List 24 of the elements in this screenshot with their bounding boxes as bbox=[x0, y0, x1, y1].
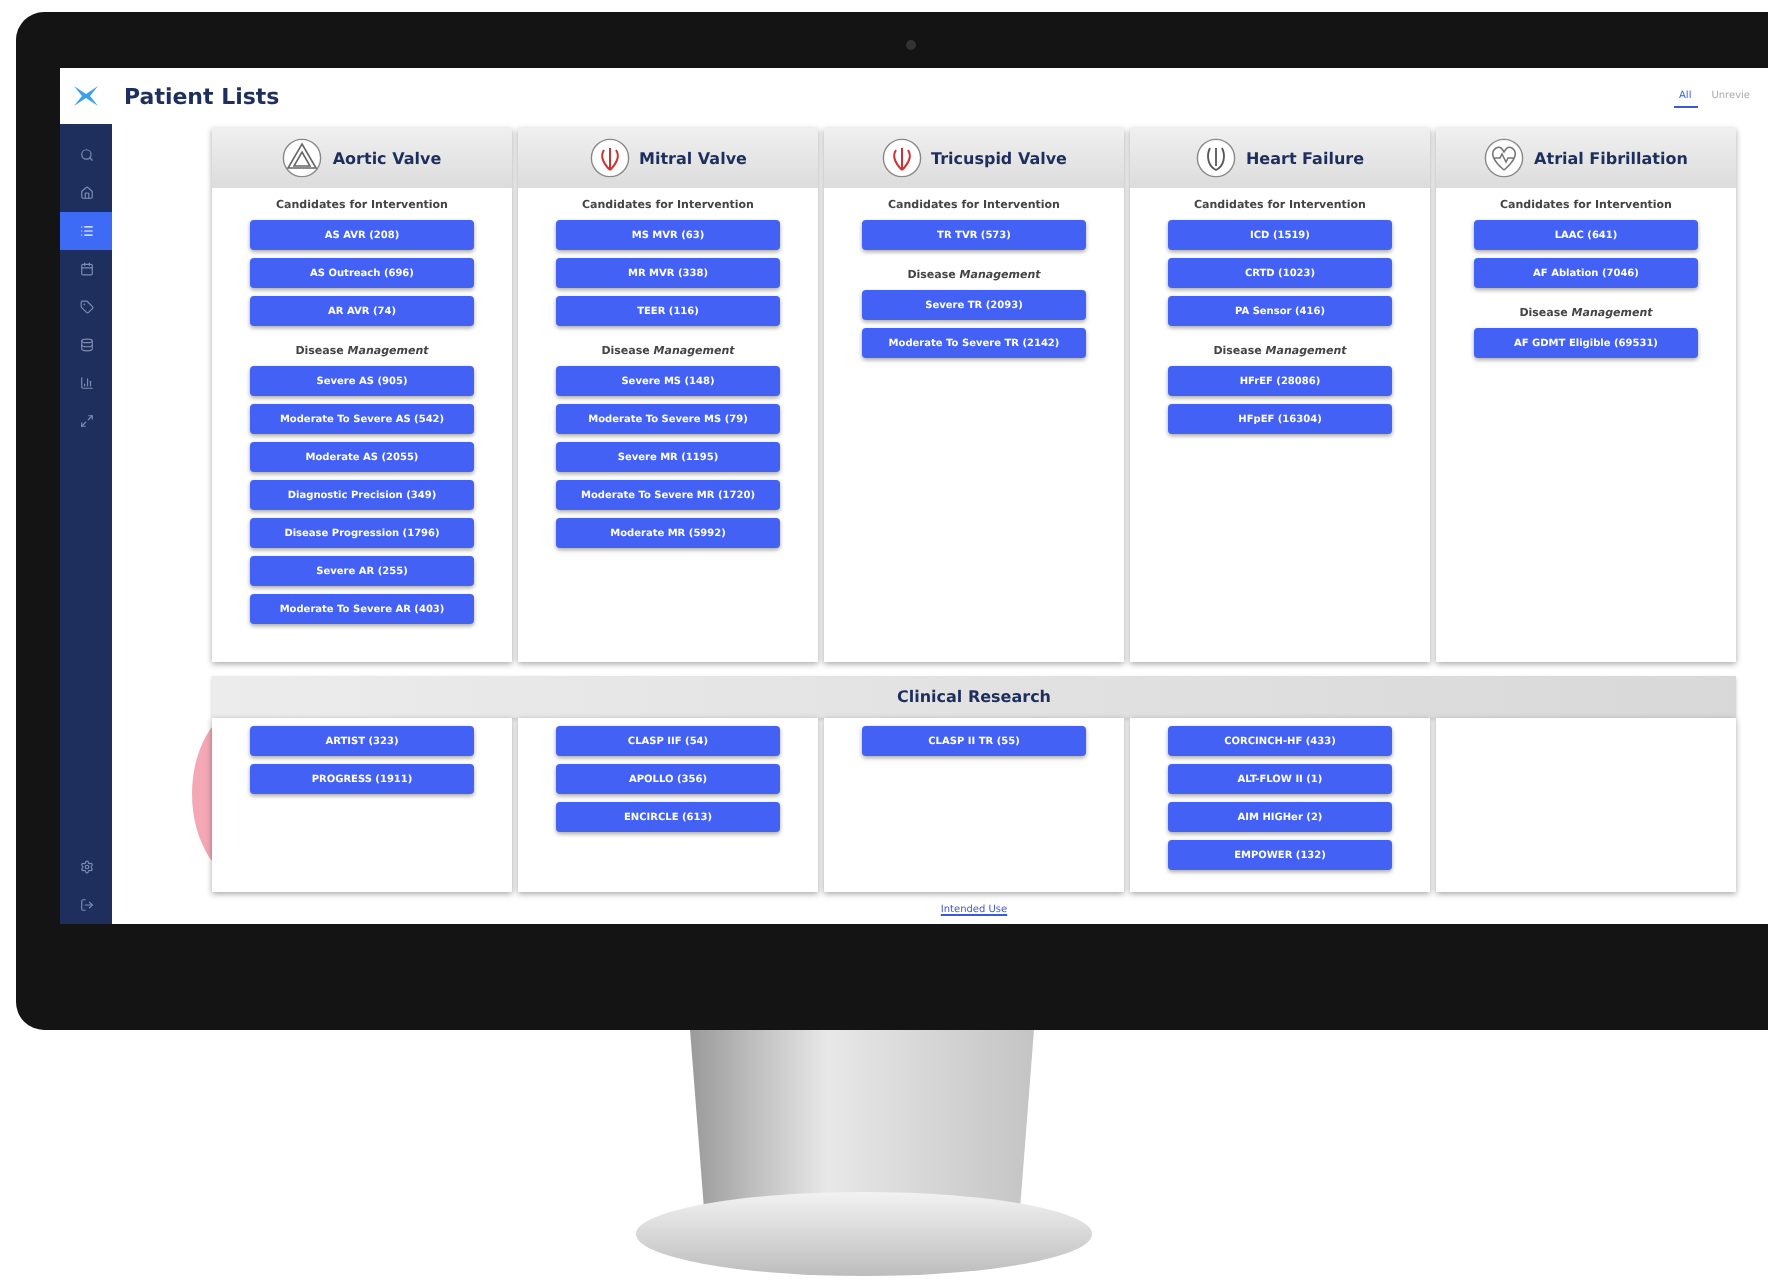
card-title: Heart Failure bbox=[1245, 149, 1365, 167]
section-title: Clinical Research bbox=[896, 688, 1051, 706]
card-title: Atrial Fibrillation bbox=[1534, 149, 1688, 167]
heart-organ-icon bbox=[1195, 138, 1236, 178]
expand-icon bbox=[79, 414, 93, 428]
heart-valve-icon bbox=[881, 138, 921, 178]
page-title: Patient Lists bbox=[124, 83, 282, 109]
calendar-icon bbox=[79, 262, 93, 276]
sidebar-item[interactable] bbox=[60, 212, 112, 250]
list-icon bbox=[79, 224, 93, 238]
card-title: Tricuspid Valve bbox=[931, 149, 1067, 167]
heart-pulse-icon bbox=[1484, 138, 1525, 178]
settings-icon bbox=[79, 860, 93, 874]
logo-icon bbox=[72, 82, 100, 110]
database-icon bbox=[79, 338, 93, 352]
home-icon bbox=[79, 186, 93, 200]
heart-valve-icon bbox=[589, 138, 630, 178]
tag-icon bbox=[79, 300, 93, 314]
card-title: Aortic Valve bbox=[332, 149, 442, 167]
bar-chart-icon bbox=[79, 376, 93, 390]
camera-icon bbox=[906, 40, 916, 50]
card-title: Mitral Valve bbox=[639, 149, 747, 167]
search-icon bbox=[79, 148, 93, 162]
logout-icon bbox=[79, 898, 93, 912]
